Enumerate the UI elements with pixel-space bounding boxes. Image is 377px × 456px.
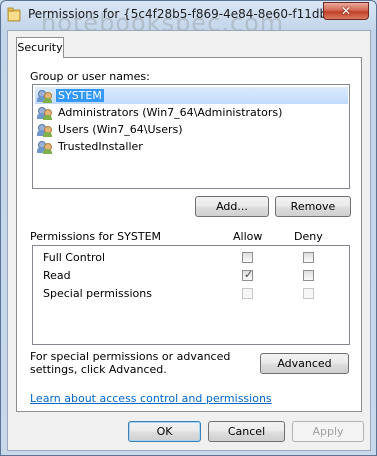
permissions-header: Permissions for SYSTEM — [30, 230, 162, 243]
users-icon — [37, 140, 53, 154]
advanced-description: For special permissions or advanced sett… — [30, 350, 231, 376]
list-item-label: Administrators (Win7_64\Administrators) — [58, 106, 283, 119]
advanced-button[interactable]: Advanced — [260, 353, 349, 374]
deny-column-header: Deny — [294, 230, 323, 243]
group-user-list[interactable]: SYSTEM Administrators (Win7_64\Administr… — [32, 84, 350, 189]
close-button[interactable]: ✕ — [323, 2, 369, 20]
permissions-list: Full Control Read ✓ Special permissions — [32, 245, 350, 345]
dialog-body: Security Group or user names: SYSTEM Adm… — [7, 30, 371, 451]
permission-label-full-control: Full Control — [43, 251, 106, 264]
list-item-label: Users (Win7_64\Users) — [58, 123, 183, 136]
permission-label-read: Read — [43, 269, 71, 282]
permission-label-special: Special permissions — [43, 287, 152, 300]
permissions-window: Permissions for {5c4f28b5-f869-4e84-8e60… — [0, 0, 377, 456]
security-tab-panel: Group or user names: SYSTEM Administrato… — [16, 57, 362, 412]
list-item-system[interactable]: SYSTEM — [35, 87, 348, 104]
remove-button[interactable]: Remove — [275, 196, 351, 217]
group-names-label: Group or user names: — [30, 70, 150, 83]
tab-security[interactable]: Security — [16, 37, 64, 58]
list-item-label: SYSTEM — [56, 89, 104, 102]
full-control-deny-checkbox[interactable] — [303, 252, 314, 263]
list-item-label: TrustedInstaller — [58, 140, 143, 153]
apply-button[interactable]: Apply — [292, 421, 364, 442]
ok-button[interactable]: OK — [128, 421, 201, 442]
full-control-allow-checkbox[interactable] — [242, 252, 253, 263]
allow-column-header: Allow — [233, 230, 263, 243]
special-allow-checkbox[interactable] — [242, 288, 253, 299]
users-icon — [37, 89, 53, 103]
list-item-trustedinstaller[interactable]: TrustedInstaller — [35, 138, 348, 155]
list-item-administrators[interactable]: Administrators (Win7_64\Administrators) — [35, 104, 348, 121]
list-item-users[interactable]: Users (Win7_64\Users) — [35, 121, 348, 138]
users-icon — [37, 123, 53, 137]
window-title: Permissions for {5c4f28b5-f869-4e84-8e60… — [28, 7, 328, 21]
cancel-button[interactable]: Cancel — [208, 421, 285, 442]
checkmark-icon: ✓ — [244, 268, 254, 281]
close-icon: ✕ — [340, 4, 352, 18]
special-deny-checkbox[interactable] — [303, 288, 314, 299]
folder-icon — [7, 7, 21, 22]
users-icon — [37, 106, 53, 120]
read-deny-checkbox[interactable] — [303, 270, 314, 281]
add-button[interactable]: Add... — [195, 196, 269, 217]
access-control-help-link[interactable]: Learn about access control and permissio… — [30, 392, 272, 405]
read-allow-checkbox[interactable]: ✓ — [242, 268, 254, 281]
title-bar[interactable]: Permissions for {5c4f28b5-f869-4e84-8e60… — [1, 1, 376, 37]
